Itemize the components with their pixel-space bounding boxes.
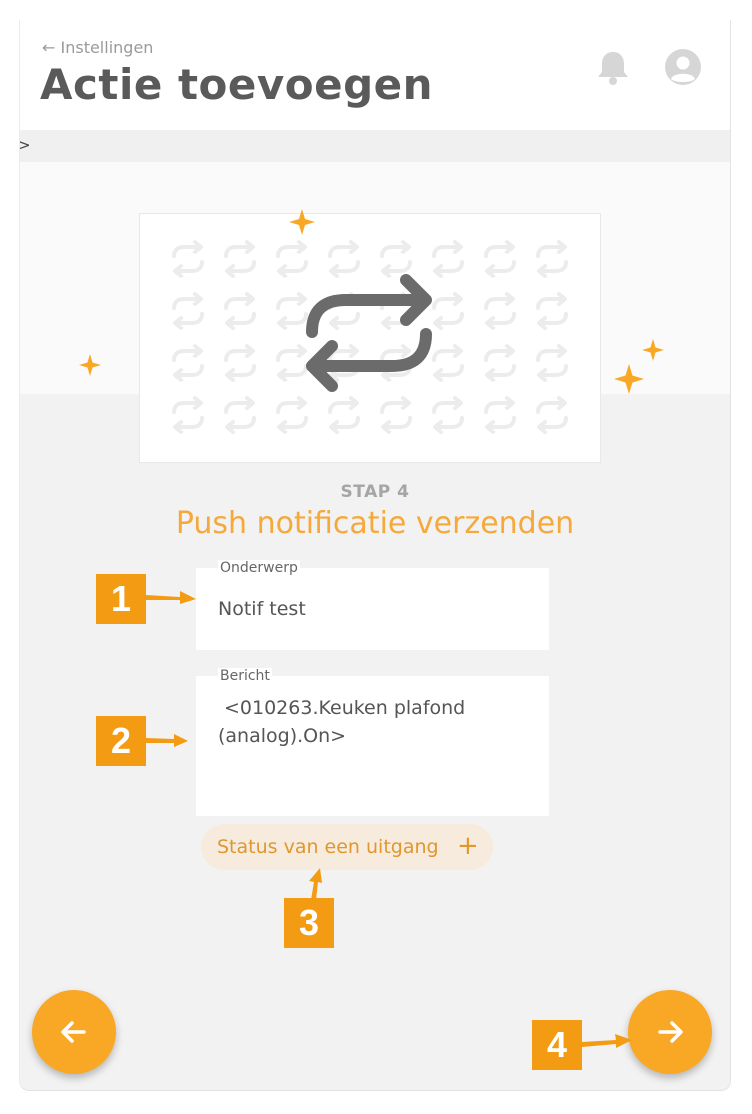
repeat-pattern [172, 240, 568, 434]
app-frame: ← Instellingen Actie toevoegen > STAP 4 … [19, 20, 731, 1091]
message-line-2[interactable]: (analog).On> [218, 722, 346, 750]
annotation-arrow-3 [309, 868, 322, 900]
annotation-marker-2: 2 [96, 716, 146, 766]
annotation-arrow-2 [146, 734, 188, 747]
plus-icon: + [457, 831, 479, 861]
sparkle-icon [289, 209, 315, 235]
arrow-right-icon [658, 1021, 683, 1043]
sparkle-icon [614, 364, 644, 394]
annotation-marker-4: 4 [532, 1020, 582, 1070]
sparkle-icon [642, 339, 664, 361]
annotation-marker-3: 3 [284, 898, 334, 948]
chip-label: Status van een uitgang [217, 836, 439, 858]
message-line-1[interactable]: <010263.Keuken plafond [224, 694, 465, 722]
annotation-marker-1: 1 [96, 574, 146, 624]
subject-field[interactable]: Onderwerp Notif test [196, 560, 549, 650]
sparkle-icon [79, 354, 101, 376]
breadcrumb-bar [20, 130, 730, 162]
user-avatar-icon[interactable] [664, 48, 702, 86]
next-step-button[interactable] [628, 990, 712, 1074]
page-header: ← Instellingen Actie toevoegen [20, 20, 730, 130]
arrow-left-icon [61, 1021, 86, 1043]
breadcrumb-toggle[interactable]: > [20, 136, 31, 154]
previous-step-button[interactable] [32, 990, 116, 1074]
subject-label: Onderwerp [218, 560, 300, 576]
step-number: STAP 4 [340, 482, 410, 502]
message-label: Bericht [218, 668, 272, 684]
message-field[interactable]: Bericht <010263.Keuken plafond (analog).… [196, 668, 549, 816]
back-to-settings-link[interactable]: ← Instellingen [42, 38, 153, 57]
bell-icon[interactable] [596, 50, 630, 86]
action-illustration [139, 213, 601, 463]
subject-input[interactable]: Notif test [218, 595, 306, 623]
annotation-arrow-4 [582, 1034, 632, 1048]
annotation-arrow-1 [146, 591, 196, 604]
step-title: Push notificatie verzenden [175, 506, 575, 541]
page-title: Actie toevoegen [40, 60, 434, 109]
add-output-status-chip[interactable]: Status van een uitgang + [201, 824, 493, 870]
